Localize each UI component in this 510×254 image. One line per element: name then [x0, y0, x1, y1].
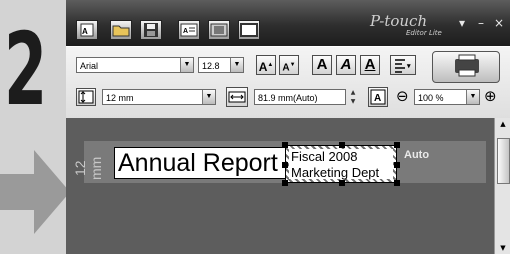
svg-text:A: A: [374, 93, 381, 104]
zoom-select[interactable]: 100 % ▼: [414, 89, 480, 105]
label-length-icon: [226, 87, 248, 107]
resize-handle[interactable]: [282, 142, 288, 148]
arrow-icon: [0, 150, 70, 234]
close-button[interactable]: ×: [494, 16, 504, 30]
text-frame-icon[interactable]: A: [178, 20, 200, 40]
label-main-text[interactable]: Annual Report: [118, 148, 278, 178]
zoom-out-button[interactable]: ⊖: [396, 88, 409, 105]
step-number: 2: [4, 11, 48, 128]
font-size-value: 12.8: [202, 61, 220, 71]
italic-button[interactable]: A: [336, 55, 356, 75]
chevron-down-icon[interactable]: ▼: [180, 58, 193, 72]
fit-text-icon[interactable]: A: [368, 87, 388, 107]
app-logo: P-touch: [370, 12, 428, 30]
resize-handle[interactable]: [394, 180, 400, 186]
menu-dropdown-button[interactable]: ▾: [459, 16, 465, 30]
chevron-down-icon[interactable]: ▼: [202, 90, 215, 104]
chevron-down-icon[interactable]: ▼: [466, 90, 479, 104]
tape-width-icon: [76, 88, 96, 106]
zoom-value: 100 %: [418, 93, 444, 103]
auto-length-label: Auto: [404, 149, 430, 161]
shrink-font-label: A: [282, 62, 290, 74]
frame-icon[interactable]: [238, 20, 260, 40]
app-logo-subtitle: Editor Lite: [406, 29, 442, 37]
resize-handle[interactable]: [282, 180, 288, 186]
font-size-select[interactable]: 12.8 ▼: [198, 57, 244, 73]
label-text-box[interactable]: Annual Report: [114, 147, 286, 179]
label-length-value: 81.9 mm(Auto): [258, 93, 318, 103]
image-icon[interactable]: [208, 20, 230, 40]
scroll-up-icon[interactable]: ▲: [495, 118, 510, 130]
label-canvas[interactable]: 12 mm Annual Report Fiscal 2008 Marketin…: [66, 118, 510, 254]
resize-handle[interactable]: [339, 180, 345, 186]
svg-text:A: A: [82, 27, 88, 36]
font-select[interactable]: Arial ▼: [76, 57, 194, 73]
font-select-value: Arial: [80, 61, 99, 71]
selected-text-box[interactable]: Fiscal 2008 Marketing Dept: [282, 142, 400, 186]
title-bar: A A P-touch Editor Lite ▾ – ×: [66, 0, 510, 46]
tape-length-label: 12 mm: [72, 156, 104, 180]
svg-text:▾: ▾: [406, 63, 411, 70]
align-icon[interactable]: ▾: [390, 55, 416, 75]
save-icon[interactable]: [140, 20, 162, 40]
scrollbar-thumb[interactable]: [497, 138, 510, 184]
tape-width-select[interactable]: 12 mm ▼: [102, 89, 216, 105]
zoom-in-button[interactable]: ⊕: [484, 88, 497, 105]
resize-handle[interactable]: [394, 142, 400, 148]
resize-handle[interactable]: [339, 142, 345, 148]
open-folder-icon[interactable]: [110, 20, 132, 40]
toolbar: Arial ▼ 12.8 ▼ A▲ A▼ A A A ▾ 12 mm ▼ 81.…: [66, 46, 510, 120]
label-length-stepper[interactable]: ▲ ▼: [348, 88, 358, 106]
tape-width-value: 12 mm: [106, 93, 134, 103]
print-icon: [455, 54, 479, 77]
selected-text-line-2[interactable]: Marketing Dept: [291, 166, 379, 180]
new-label-icon[interactable]: A: [76, 20, 98, 40]
underline-button[interactable]: A: [360, 55, 380, 75]
grow-font-button[interactable]: A▲: [256, 55, 276, 75]
vertical-scrollbar[interactable]: ▲ ▼: [494, 118, 510, 254]
label-length-input[interactable]: 81.9 mm(Auto): [254, 89, 346, 105]
bold-button[interactable]: A: [312, 55, 332, 75]
ptouch-editor-window: A A P-touch Editor Lite ▾ – × Arial ▼ 12…: [66, 0, 510, 254]
resize-handle[interactable]: [282, 162, 288, 168]
chevron-down-icon[interactable]: ▼: [230, 58, 243, 72]
resize-handle[interactable]: [394, 162, 400, 168]
shrink-font-button[interactable]: A▼: [279, 55, 299, 75]
svg-text:A: A: [183, 28, 188, 35]
scroll-down-icon[interactable]: ▼: [495, 242, 510, 254]
selected-text-line-1[interactable]: Fiscal 2008: [291, 150, 357, 164]
print-button[interactable]: [432, 51, 500, 83]
minimize-button[interactable]: –: [478, 16, 484, 30]
